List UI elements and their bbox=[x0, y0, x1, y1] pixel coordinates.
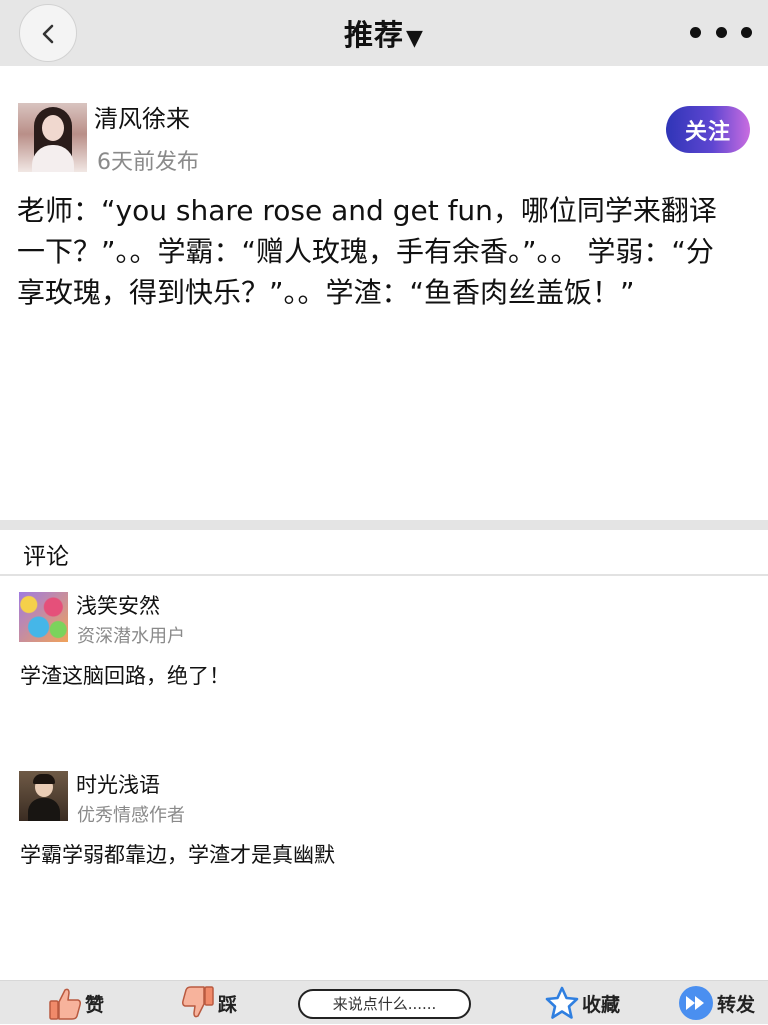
dislike-label: 踩 bbox=[218, 993, 238, 1016]
star-icon bbox=[545, 986, 579, 1019]
thumbs-up-icon bbox=[49, 988, 81, 1020]
like-button[interactable]: 赞 bbox=[48, 981, 104, 1025]
back-button[interactable] bbox=[19, 4, 77, 62]
post-content: 老师：“you share rose and get fun，哪位同学来翻译一下… bbox=[17, 194, 717, 309]
favorite-button[interactable]: 收藏 bbox=[545, 981, 620, 1025]
comment-input[interactable] bbox=[298, 989, 471, 1019]
like-label: 赞 bbox=[85, 993, 105, 1016]
post-card: 清风徐来 6天前发布 关注 老师：“you share rose and get… bbox=[0, 66, 768, 520]
chevron-left-icon bbox=[42, 24, 54, 44]
share-label: 转发 bbox=[717, 993, 756, 1016]
author-avatar[interactable] bbox=[18, 103, 87, 172]
dislike-button[interactable]: 踩 bbox=[181, 981, 237, 1025]
avatar-face bbox=[42, 115, 64, 141]
more-options-button[interactable] bbox=[690, 20, 752, 44]
thumbs-down-icon bbox=[182, 986, 214, 1018]
follow-button[interactable]: 关注 bbox=[666, 106, 750, 153]
comment-text: 学渣这脑回路，绝了！ bbox=[20, 664, 230, 688]
more-dot-icon bbox=[741, 26, 752, 38]
feed-selector[interactable]: 推荐▼ bbox=[344, 12, 424, 54]
commenter-avatar[interactable] bbox=[19, 592, 68, 642]
post-time: 6天前发布 bbox=[97, 150, 199, 175]
bottom-action-bar: 赞 踩 收藏 转发 bbox=[0, 980, 768, 1024]
avatar-hair bbox=[33, 774, 55, 784]
comment-text: 学霸学弱都靠边，学渣才是真幽默 bbox=[20, 843, 335, 867]
section-divider bbox=[0, 520, 768, 530]
commenter-role: 资深潜水用户 bbox=[77, 626, 185, 647]
author-name[interactable]: 清风徐来 bbox=[94, 99, 190, 134]
avatar-body bbox=[28, 798, 60, 821]
commenter-avatar[interactable] bbox=[19, 771, 68, 821]
comments-title: 评论 bbox=[23, 544, 69, 570]
page-title: 推荐 bbox=[344, 18, 405, 52]
commenter-role: 优秀情感作者 bbox=[77, 805, 185, 826]
commenter-name[interactable]: 时光浅语 bbox=[76, 769, 160, 799]
more-dot-icon bbox=[690, 26, 701, 38]
comments-header: 评论 bbox=[0, 530, 768, 576]
more-dot-icon bbox=[715, 26, 727, 38]
commenter-name[interactable]: 浅笑安然 bbox=[76, 590, 160, 620]
caret-down-icon: ▼ bbox=[406, 26, 424, 51]
top-bar: 推荐▼ bbox=[0, 0, 768, 66]
share-forward-icon bbox=[679, 986, 713, 1020]
share-button[interactable]: 转发 bbox=[678, 981, 755, 1025]
favorite-label: 收藏 bbox=[582, 993, 621, 1016]
